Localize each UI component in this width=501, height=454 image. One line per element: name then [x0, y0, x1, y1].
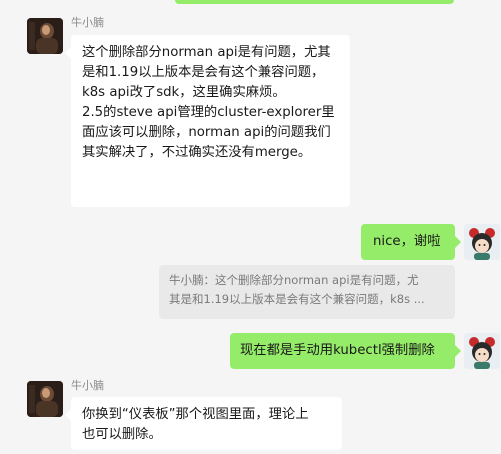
previous-message-bubble-edge — [175, 0, 454, 4]
message-bubble-self[interactable]: 现在都是手动用kubectl强制删除 — [230, 333, 461, 369]
avatar-photo-icon — [27, 18, 63, 54]
sender-name: 牛小腩 — [71, 16, 104, 29]
avatar-photo-icon — [27, 381, 63, 417]
message-bubble[interactable]: 你换到“仪表板”那个视图里面，理论上 也可以删除。 — [65, 397, 342, 450]
avatar-cartoon-icon — [464, 333, 500, 369]
sender-avatar[interactable] — [27, 18, 63, 54]
sender-avatar[interactable] — [27, 381, 63, 417]
avatar-cartoon-icon — [464, 224, 500, 260]
sender-name: 牛小腩 — [71, 379, 104, 392]
message-bubble[interactable]: 这个删除部分norman api是有问题，尤其 是和1.19以上版本是会有这个兼… — [65, 35, 350, 207]
message-bubble-self[interactable]: nice，谢啦 — [361, 224, 461, 260]
self-avatar[interactable] — [464, 333, 500, 369]
quoted-message[interactable]: 牛小腩：这个删除部分norman api是有问题，尤 其是和1.19以上版本是会… — [159, 265, 455, 319]
self-avatar[interactable] — [464, 224, 500, 260]
